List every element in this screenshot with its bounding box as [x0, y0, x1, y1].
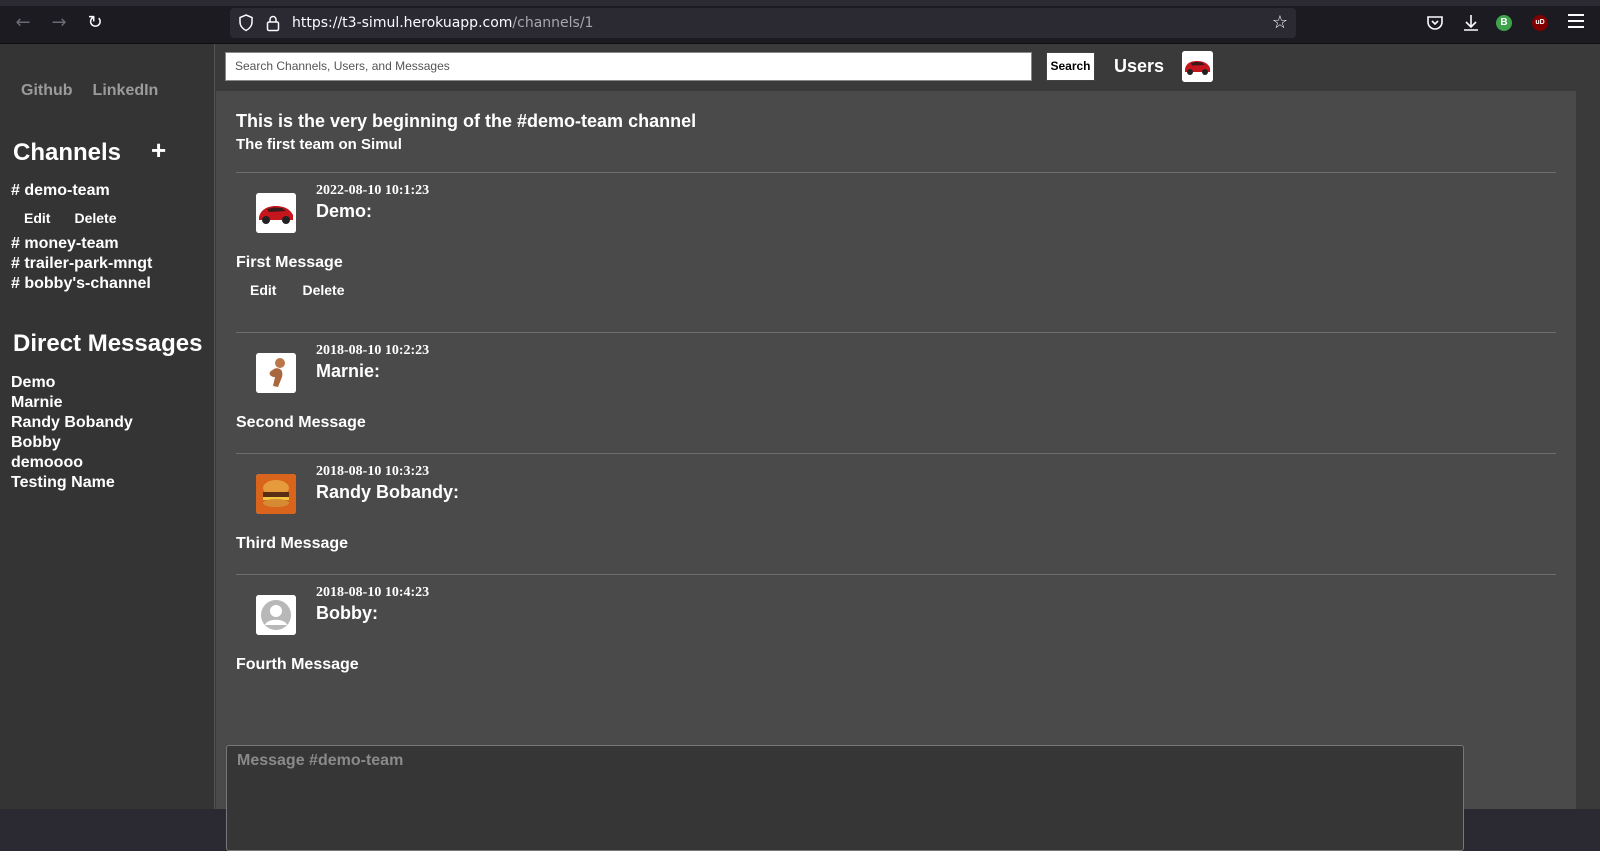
extension-b-icon[interactable]: B	[1496, 15, 1512, 31]
channel-item-demo-team[interactable]: # demo-team	[11, 182, 110, 200]
channel-intro: This is the very beginning of the #demo-…	[236, 111, 697, 131]
lock-icon[interactable]	[266, 14, 280, 32]
tab-strip	[0, 0, 1600, 6]
address-bar[interactable]: https://t3-simul.herokuapp.com/channels/…	[230, 8, 1296, 38]
channel-item-bobbys-channel[interactable]: # bobby's-channel	[11, 275, 151, 293]
sidebar: Github LinkedIn Channels + # demo-team E…	[0, 44, 215, 809]
top-bar: Search Channels, Users, and Messages Sea…	[216, 44, 1600, 90]
message-text: Fourth Message	[236, 656, 359, 673]
delete-channel-button[interactable]: Delete	[74, 210, 116, 226]
avatar[interactable]	[256, 193, 296, 233]
browser-toolbar: ← → ↻ https://t3-simul.herokuapp.com/cha…	[0, 0, 1600, 44]
dm-item-bobby[interactable]: Bobby	[11, 434, 61, 452]
avatar[interactable]	[256, 474, 296, 514]
message-text: First Message	[236, 254, 343, 271]
channel-actions: Edit Delete	[24, 210, 116, 226]
message-text: Second Message	[236, 414, 366, 431]
message-divider	[236, 453, 1556, 454]
message-author: Bobby:	[316, 603, 378, 623]
message-author: Marnie:	[316, 361, 381, 381]
linkedin-link[interactable]: LinkedIn	[93, 82, 159, 100]
burger-icon	[256, 474, 296, 514]
dm-item-demo[interactable]: Demo	[11, 374, 55, 392]
url-host: https://t3-simul.herokuapp.com	[292, 15, 513, 31]
hamburger-menu-icon[interactable]	[1568, 14, 1584, 28]
edit-channel-button[interactable]: Edit	[24, 210, 50, 226]
url-text[interactable]: https://t3-simul.herokuapp.com/channels/…	[292, 15, 593, 31]
message-input[interactable]: Message #demo-team	[226, 745, 1464, 851]
right-gutter	[1576, 91, 1600, 809]
direct-messages-heading: Direct Messages	[13, 330, 203, 357]
avatar[interactable]	[256, 595, 296, 635]
users-link[interactable]: Users	[1114, 56, 1164, 77]
message-timestamp: 2022-08-10 10:1:23	[316, 183, 430, 198]
channel-main: This is the very beginning of the #demo-…	[216, 91, 1576, 851]
dm-item-randy-bobandy[interactable]: Randy Bobandy	[11, 414, 133, 432]
search-input[interactable]: Search Channels, Users, and Messages	[225, 52, 1032, 81]
reload-icon[interactable]: ↻	[84, 12, 106, 34]
delete-message-button[interactable]: Delete	[302, 282, 344, 298]
avatar[interactable]	[256, 353, 296, 393]
channel-description: The first team on Simul	[236, 136, 402, 153]
message-author: Demo:	[316, 201, 373, 221]
forward-arrow-icon[interactable]: →	[48, 12, 70, 34]
figure-icon	[256, 353, 296, 393]
back-arrow-icon[interactable]: ←	[12, 12, 34, 34]
current-user-avatar[interactable]	[1182, 51, 1213, 82]
app: Github LinkedIn Channels + # demo-team E…	[0, 44, 1600, 851]
message-text: Third Message	[236, 535, 349, 552]
shield-icon[interactable]	[238, 14, 254, 32]
message-author: Randy Bobandy:	[316, 482, 460, 502]
add-channel-button[interactable]: +	[151, 137, 166, 163]
message-divider	[236, 172, 1556, 173]
red-car-icon	[1182, 51, 1213, 82]
message-actions: Edit Delete	[250, 282, 344, 298]
download-icon[interactable]	[1460, 12, 1482, 34]
dm-item-demoooo[interactable]: demoooo	[11, 454, 83, 472]
channels-heading: Channels	[13, 139, 122, 166]
message-timestamp: 2018-08-10 10:3:23	[316, 464, 430, 479]
pocket-icon[interactable]	[1424, 12, 1446, 34]
github-link[interactable]: Github	[21, 82, 73, 100]
dm-item-marnie[interactable]: Marnie	[11, 394, 63, 412]
dm-item-testing-name[interactable]: Testing Name	[11, 474, 115, 492]
red-car-icon	[256, 193, 296, 233]
default-user-icon	[256, 595, 296, 635]
channel-item-trailer-park-mngt[interactable]: # trailer-park-mngt	[11, 255, 152, 273]
url-path: /channels/1	[512, 15, 594, 31]
bookmark-star-icon[interactable]: ☆	[1272, 12, 1288, 33]
edit-message-button[interactable]: Edit	[250, 282, 276, 298]
message-timestamp: 2018-08-10 10:2:23	[316, 343, 430, 358]
external-links: Github LinkedIn	[21, 82, 158, 100]
search-button[interactable]: Search	[1046, 52, 1095, 81]
message-timestamp: 2018-08-10 10:4:23	[316, 585, 430, 600]
channel-item-money-team[interactable]: # money-team	[11, 235, 119, 253]
message-divider	[236, 332, 1556, 333]
ublock-icon[interactable]: uD	[1532, 15, 1548, 31]
message-divider	[236, 574, 1556, 575]
